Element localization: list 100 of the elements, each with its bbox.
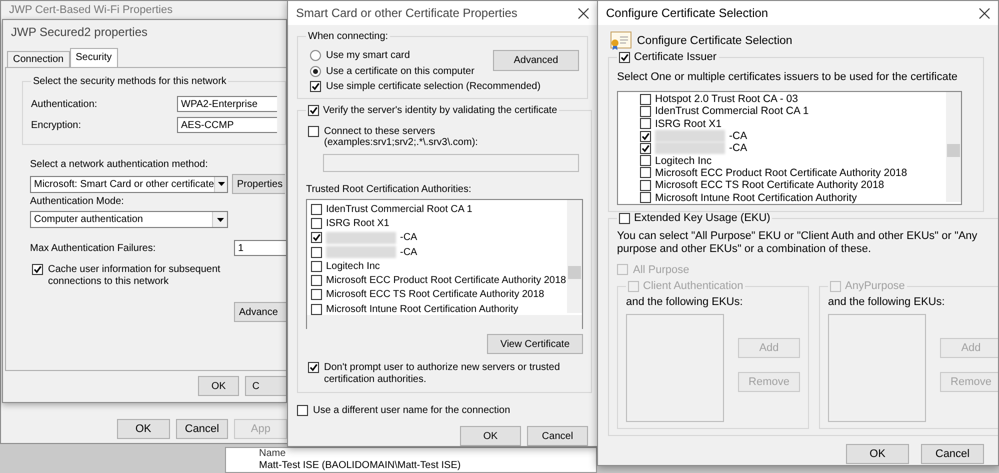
window-title: JWP Cert-Based Wi-Fi Properties [9, 4, 173, 16]
checkbox[interactable] [640, 155, 651, 166]
scrollbar[interactable] [946, 92, 961, 202]
close-icon [979, 8, 990, 18]
button[interactable]: View Certificate [487, 334, 583, 354]
column-header[interactable]: Name [226, 448, 596, 460]
group-label: Verify the server's identity by validating the certificate [323, 105, 558, 116]
radio-button[interactable] [310, 66, 321, 77]
button[interactable]: Cancel [527, 426, 588, 446]
checkbox[interactable] [311, 275, 322, 286]
group-label: Client Authentication [643, 280, 744, 292]
list-item[interactable]: Hotspot 2.0 Trust Root CA - 03 [655, 93, 798, 106]
checkbox[interactable] [311, 289, 322, 300]
checkbox[interactable] [308, 126, 319, 137]
checkbox[interactable] [308, 362, 319, 373]
group-label: Certificate Issuer [634, 51, 717, 63]
checkbox-label: Use simple certificate selection (Recommended) [326, 81, 541, 92]
button[interactable]: Cancel [176, 419, 228, 439]
list-item[interactable]: -CA [729, 130, 748, 142]
field-label: Encryption: [31, 120, 82, 130]
dropdown[interactable]: Microsoft: Smart Card or other certificate [30, 176, 228, 192]
header-title: Configure Certificate Selection [637, 35, 792, 47]
checkbox[interactable] [297, 405, 308, 416]
checkbox[interactable] [311, 218, 322, 229]
tab[interactable]: Connection [7, 51, 70, 67]
list-label: Trusted Root Certification Authorities: [306, 184, 472, 195]
group-label: Select the security methods for this network [33, 76, 226, 87]
group-label: Extended Key Usage (EKU) [634, 212, 770, 224]
button[interactable]: OK [117, 419, 170, 439]
tab[interactable]: Security [70, 48, 118, 67]
list-item[interactable]: Microsoft ECC Product Root Certificate Authority 2018 [655, 166, 908, 179]
checkbox[interactable] [311, 246, 322, 258]
field-label: Authentication: [31, 98, 98, 110]
certificate-icon [608, 31, 632, 51]
checkbox[interactable] [640, 180, 651, 191]
checkbox[interactable] [640, 167, 651, 178]
list-item[interactable]: -CA [400, 246, 418, 258]
checkbox-label: Don't prompt user to authorize new servers or trusted certification authorities. [324, 362, 561, 386]
list-item[interactable]: ISRG Root X1 [326, 218, 390, 229]
checkbox[interactable] [311, 204, 322, 215]
checkbox[interactable] [640, 142, 651, 154]
scrollbar[interactable] [307, 315, 582, 330]
list-item[interactable]: -CA [729, 142, 748, 154]
button[interactable]: OK [198, 376, 240, 396]
radio-button[interactable] [310, 50, 321, 61]
window-title: Smart Card or other Certificate Properties [296, 6, 518, 20]
list-item[interactable]: Microsoft Intune Root Certification Authority [655, 192, 857, 204]
dropdown[interactable]: Computer authentication [30, 211, 228, 228]
list-item[interactable]: Microsoft ECC TS Root Certificate Authority 2018 [655, 179, 884, 192]
checkbox-label: All Purpose [633, 264, 690, 276]
checkbox[interactable] [640, 118, 651, 130]
checkbox-label: Cache user information for subsequent connections to this network [48, 264, 222, 288]
checkbox[interactable] [619, 52, 630, 62]
list-item[interactable]: Logitech Inc [326, 260, 380, 272]
window-title: Configure Certificate Selection [606, 6, 768, 20]
checkbox[interactable] [311, 304, 322, 315]
button[interactable]: Properties [232, 174, 285, 194]
checkbox[interactable] [640, 192, 651, 204]
input-field[interactable] [323, 154, 579, 172]
dropdown-value: Computer authentication [34, 214, 144, 225]
list-item[interactable]: Logitech Inc [655, 154, 712, 167]
checkbox[interactable] [311, 232, 322, 244]
button[interactable]: OK [846, 444, 909, 464]
hint-text: You can select "All Purpose" EKU or "Client Auth and other EKUs" or "Any purpose and other EKUs" or a combination of these. [617, 230, 978, 256]
checkbox[interactable] [310, 81, 321, 92]
window-title: JWP Secured2 properties [11, 25, 148, 39]
button[interactable]: Advanced [493, 50, 579, 71]
group-label: AnyPurpose [845, 280, 905, 292]
scrollbar[interactable] [567, 200, 582, 313]
button[interactable]: Cancel [921, 444, 984, 464]
checkbox[interactable] [308, 105, 319, 116]
button[interactable]: C [245, 376, 286, 396]
checkbox[interactable] [640, 130, 651, 142]
input-field[interactable]: AES-CCMP [177, 117, 277, 133]
list-item[interactable]: -CA [400, 232, 418, 244]
radio-label: Use a certificate on this computer [326, 66, 474, 77]
checkbox[interactable] [32, 264, 43, 275]
close-icon [578, 8, 589, 18]
input-field[interactable]: 1 [234, 240, 286, 256]
radio-label: Use my smart card [326, 50, 410, 61]
checkbox-label: Connect to these servers (examples:srv1;srv2;.*\.srv3\.com): [324, 126, 479, 148]
dropdown-value: Microsoft: Smart Card or other certificate [34, 178, 214, 190]
checkbox[interactable] [640, 106, 651, 117]
list-item[interactable]: ISRG Root X1 [655, 118, 722, 130]
checkbox[interactable] [619, 212, 630, 224]
button[interactable]: OK [460, 426, 521, 446]
list-item[interactable]: Matt-Test ISE (BAOLIDOMAIN\Matt-Test ISE) [226, 460, 596, 472]
field-label: Authentication Mode: [30, 196, 125, 207]
list-item[interactable]: IdenTrust Commercial Root CA 1 [326, 204, 472, 215]
list-item[interactable]: IdenTrust Commercial Root CA 1 [655, 105, 809, 118]
list-item[interactable]: Microsoft Intune Root Certification Authority [326, 304, 518, 315]
input-field[interactable]: WPA2-Enterprise [177, 96, 277, 112]
field-label: Max Authentication Failures: [30, 242, 156, 254]
button[interactable]: Advance [234, 302, 286, 322]
list-item[interactable]: Microsoft ECC TS Root Certificate Authority 2018 [326, 289, 544, 300]
checkbox[interactable] [311, 260, 322, 272]
field-label: Select a network authentication method: [30, 159, 209, 170]
checkbox-label: Use a different user name for the connection [313, 405, 510, 416]
list-item[interactable]: Microsoft ECC Product Root Certificate Authority 2018 [326, 275, 566, 286]
checkbox[interactable] [640, 94, 651, 105]
